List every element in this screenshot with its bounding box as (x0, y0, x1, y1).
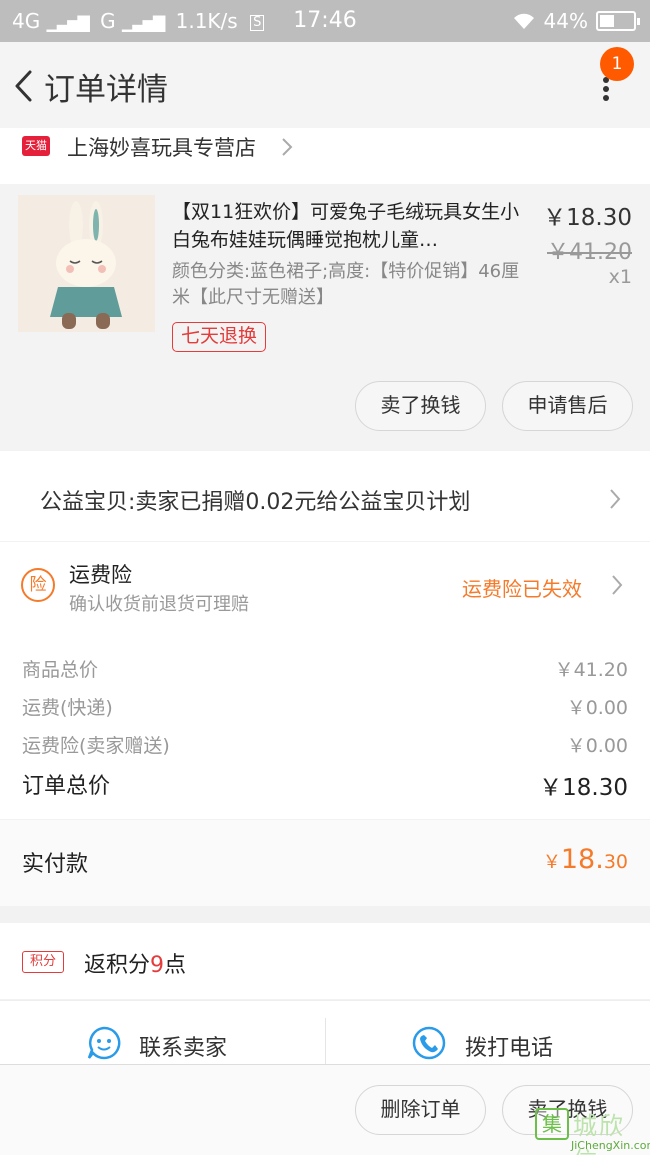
status-bar: 4G ▁▃▅▇ G ▁▃▅▇ 1.1K/s S 17:46 44% (0, 0, 650, 42)
status-right: 44% (512, 9, 640, 33)
battery-icon (596, 11, 640, 31)
insurance-title: 运费险 (69, 563, 132, 587)
product-thumbnail[interactable] (18, 195, 155, 332)
paid-label: 实付款 (22, 852, 89, 877)
insurance-status[interactable]: 运费险已失效 (462, 573, 582, 602)
subtotal-label: 商品总价 (22, 659, 99, 681)
shop-name[interactable]: 上海妙喜玩具专营店 (67, 132, 256, 162)
product-quantity: x1 (608, 266, 632, 288)
shipping-label: 运费(快递) (22, 697, 113, 719)
chevron-left-icon[interactable] (10, 68, 40, 104)
battery-percent: 44% (543, 9, 588, 33)
call-button[interactable]: 拨打电话 (465, 1030, 553, 1062)
points-number: 9 (150, 953, 165, 978)
insurance-fee-value: ￥0.00 (566, 735, 628, 757)
insurance-icon: 险 (21, 568, 55, 602)
product-original-price: ￥41.20 (547, 240, 632, 265)
chevron-right-icon (610, 489, 621, 509)
shipping-value: ￥0.00 (566, 697, 628, 719)
chat-icon[interactable] (86, 1025, 122, 1061)
subtotal-value: ￥41.20 (554, 659, 628, 681)
order-total-label: 订单总价 (22, 774, 111, 799)
tmall-badge: 天猫 (22, 136, 50, 156)
notification-badge: 1 (600, 47, 634, 81)
delete-order-button[interactable]: 删除订单 (355, 1085, 486, 1135)
watermark-url: JiChengXin.com (571, 1139, 650, 1152)
chevron-right-icon (282, 138, 293, 156)
product-price: ￥18.30 (543, 205, 632, 231)
paid-value: ￥18.30 (543, 844, 628, 875)
order-total-value: ￥18.30 (539, 775, 628, 801)
paid-currency: ￥ (542, 852, 561, 873)
points-prefix: 返积分 (84, 953, 151, 978)
return-tag: 七天退换 (172, 322, 267, 352)
wifi-icon (513, 13, 534, 29)
watermark-logo: 集 (535, 1108, 569, 1140)
points-suffix: 点 (164, 953, 187, 978)
points-text: 返积分9点 (84, 947, 186, 979)
sell-button[interactable]: 卖了换钱 (355, 381, 486, 431)
page-title: 订单详情 (44, 72, 168, 108)
paid-dec: 30 (603, 851, 628, 873)
chevron-right-icon (612, 575, 623, 595)
battery-fill (600, 15, 615, 27)
points-badge: 积分 (22, 951, 64, 973)
paid-int: 18. (560, 844, 604, 875)
product-variant: 颜色分类:蓝色裙子;高度:【特价促销】46厘米【此尺寸无赠送】 (172, 261, 520, 308)
after-sales-button[interactable]: 申请售后 (502, 381, 633, 431)
contact-seller-button[interactable]: 联系卖家 (139, 1030, 227, 1062)
product-title[interactable]: 【双11狂欢价】可爱兔子毛绒玩具女生小白兔布娃娃玩偶睡觉抱枕儿童… (172, 198, 524, 254)
insurance-fee-label: 运费险(卖家赠送) (22, 735, 170, 757)
phone-icon[interactable] (411, 1025, 447, 1061)
charity-text: 公益宝贝:卖家已捐赠0.02元给公益宝贝计划 (40, 490, 471, 515)
insurance-subtitle: 确认收货前退货可理赔 (69, 594, 249, 615)
divider (325, 1018, 326, 1064)
